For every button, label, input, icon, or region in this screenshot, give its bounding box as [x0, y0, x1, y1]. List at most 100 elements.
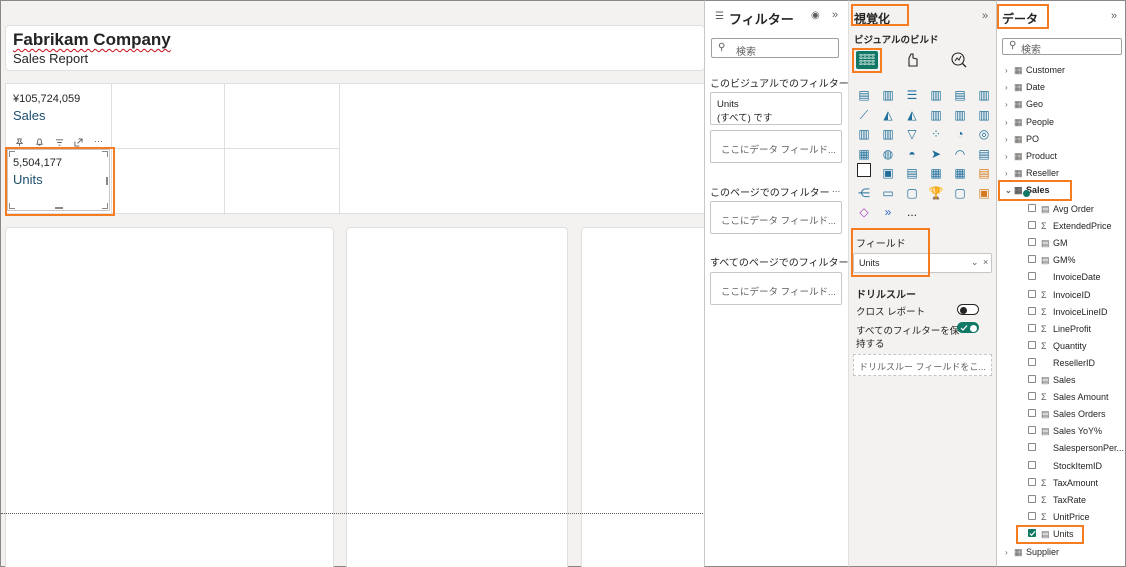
chevron-down-icon[interactable]: ⌄: [971, 257, 979, 268]
field-item[interactable]: ▤ Sales YoY%: [1041, 425, 1102, 437]
field-item[interactable]: ▤ Sales Orders: [1041, 408, 1106, 420]
field-item[interactable]: Σ LineProfit: [1041, 323, 1091, 335]
field-item[interactable]: ▤ Units: [1041, 528, 1074, 540]
donut-chart-icon[interactable]: ◎: [976, 126, 992, 142]
field-item[interactable]: ▤ Avg Order: [1041, 203, 1094, 215]
title-card[interactable]: Fabrikam Company Sales Report: [5, 25, 705, 71]
map-icon[interactable]: ◍: [880, 146, 896, 162]
field-checkbox[interactable]: [1028, 221, 1036, 230]
filled-map-icon[interactable]: ◓: [904, 146, 920, 162]
field-checkbox[interactable]: [1028, 238, 1036, 247]
field-item[interactable]: Σ UnitPrice: [1041, 511, 1090, 523]
field-item[interactable]: Σ InvoiceLineID: [1041, 306, 1108, 318]
narrative-icon[interactable]: ▢: [904, 185, 920, 201]
line-chart-icon[interactable]: ⟋: [856, 107, 872, 123]
visual-placeholder-2[interactable]: [346, 227, 568, 567]
field-item[interactable]: Σ Quantity: [1041, 340, 1087, 352]
decomposition-tree-icon[interactable]: ⋲: [856, 185, 872, 201]
table-reseller[interactable]: › ▦ Reseller: [1005, 166, 1059, 180]
gauge-icon[interactable]: ◠: [952, 146, 968, 162]
scatter-chart-icon[interactable]: ⁘: [928, 126, 944, 142]
field-item[interactable]: Σ TaxAmount: [1041, 477, 1098, 489]
field-item[interactable]: StockItemID: [1041, 460, 1102, 472]
resize-handle[interactable]: [55, 207, 63, 209]
table-po[interactable]: › ▦ PO: [1005, 132, 1039, 146]
100-column-chart-icon[interactable]: ▥: [976, 87, 992, 103]
field-item[interactable]: ▤ GM%: [1041, 254, 1076, 266]
field-checkbox[interactable]: [1028, 357, 1036, 366]
funnel-icon[interactable]: ▽: [904, 126, 920, 142]
units-kpi-card[interactable]: 5,504,177 Units: [7, 149, 110, 211]
resize-handle[interactable]: [102, 151, 108, 157]
keep-all-filters-toggle[interactable]: [957, 322, 979, 333]
qa-visual-icon[interactable]: ▭: [880, 185, 896, 201]
page-filter-drop-zone[interactable]: ここにデータ フィールド...: [710, 201, 842, 234]
field-checkbox[interactable]: [1028, 392, 1036, 401]
field-checkbox[interactable]: [1028, 511, 1036, 520]
field-checkbox[interactable]: [1028, 528, 1036, 537]
clustered-column-chart-icon[interactable]: ▥: [928, 87, 944, 103]
field-checkbox[interactable]: [1028, 477, 1036, 486]
collapse-pane-icon[interactable]: »: [832, 9, 838, 21]
data-search-input[interactable]: ⚲ 検索: [1002, 38, 1122, 56]
field-well-units[interactable]: Units ⌄ ×: [853, 253, 992, 273]
funnel-chart-icon[interactable]: ▥: [880, 126, 896, 142]
pin-icon[interactable]: [15, 138, 24, 149]
table-visual-icon[interactable]: ▦: [928, 165, 944, 181]
multi-row-card-icon[interactable]: ▣: [880, 165, 896, 181]
field-checkbox[interactable]: [1028, 340, 1036, 349]
units-filter-card[interactable]: Units (すべて) です: [710, 92, 842, 125]
treemap-icon[interactable]: ▦: [856, 146, 872, 162]
field-item[interactable]: SalespersonPer...: [1041, 442, 1124, 454]
stacked-area-chart-icon[interactable]: ◭: [904, 107, 920, 123]
visual-filter-drop-zone[interactable]: ここにデータ フィールド...: [710, 130, 842, 163]
field-item[interactable]: ResellerID: [1041, 357, 1095, 369]
field-checkbox[interactable]: [1028, 204, 1036, 212]
filter-search-input[interactable]: ⚲ 検索: [711, 38, 839, 58]
field-item[interactable]: Σ InvoiceID: [1041, 289, 1091, 301]
paginated-report-icon[interactable]: ▢: [952, 185, 968, 201]
visual-placeholder-3[interactable]: [581, 227, 711, 567]
field-checkbox[interactable]: [1028, 460, 1036, 469]
kpi-icon[interactable]: ▤: [976, 146, 992, 162]
table-supplier[interactable]: › ▦ Supplier: [1005, 545, 1059, 559]
filter-icon[interactable]: [55, 138, 64, 149]
drillthrough-drop-zone[interactable]: ドリルスルー フィールドをこ...: [853, 354, 992, 376]
field-checkbox[interactable]: [1028, 443, 1036, 452]
table-product[interactable]: › ▦ Product: [1005, 149, 1057, 163]
field-checkbox[interactable]: [1028, 375, 1036, 383]
field-checkbox[interactable]: [1028, 272, 1036, 281]
python-visual-icon[interactable]: ▣: [976, 185, 992, 201]
all-pages-filter-drop-zone[interactable]: ここにデータ フィールド...: [710, 272, 842, 305]
power-automate-icon[interactable]: »: [880, 204, 896, 220]
table-people[interactable]: › ▦ People: [1005, 115, 1054, 129]
more-visuals-icon[interactable]: ...: [904, 204, 920, 220]
more-options-icon[interactable]: ...: [832, 184, 840, 195]
azure-map-icon[interactable]: ➤: [928, 146, 944, 162]
analytics-tab[interactable]: [950, 51, 968, 72]
matrix-visual-icon[interactable]: ▦: [952, 165, 968, 181]
field-checkbox[interactable]: [1028, 289, 1036, 298]
ribbon-chart-icon[interactable]: ▥: [976, 107, 992, 123]
build-visual-tab[interactable]: [856, 51, 878, 69]
field-item[interactable]: Σ ExtendedPrice: [1041, 220, 1112, 232]
field-checkbox[interactable]: [1028, 426, 1036, 435]
field-checkbox[interactable]: [1028, 323, 1036, 332]
eye-icon[interactable]: ◉: [811, 10, 820, 21]
table-geo[interactable]: › ▦ Geo: [1005, 97, 1043, 111]
field-item[interactable]: Σ TaxRate: [1041, 494, 1086, 506]
field-checkbox[interactable]: [1028, 494, 1036, 503]
visual-placeholder-1[interactable]: [5, 227, 334, 567]
resize-handle[interactable]: [102, 203, 108, 209]
field-item[interactable]: ▤ Sales: [1041, 374, 1076, 386]
slicer-icon[interactable]: ▤: [904, 165, 920, 181]
format-visual-tab[interactable]: [904, 51, 922, 72]
card-visual-icon-selected[interactable]: [857, 163, 871, 177]
resize-handle[interactable]: [106, 177, 108, 185]
focus-mode-icon[interactable]: [74, 138, 83, 149]
more-options-icon[interactable]: ···: [94, 136, 103, 146]
resize-handle[interactable]: [9, 151, 15, 157]
table-date[interactable]: › ▦ Date: [1005, 80, 1045, 94]
close-icon[interactable]: ×: [983, 257, 988, 267]
collapse-pane-icon[interactable]: »: [1111, 10, 1117, 22]
